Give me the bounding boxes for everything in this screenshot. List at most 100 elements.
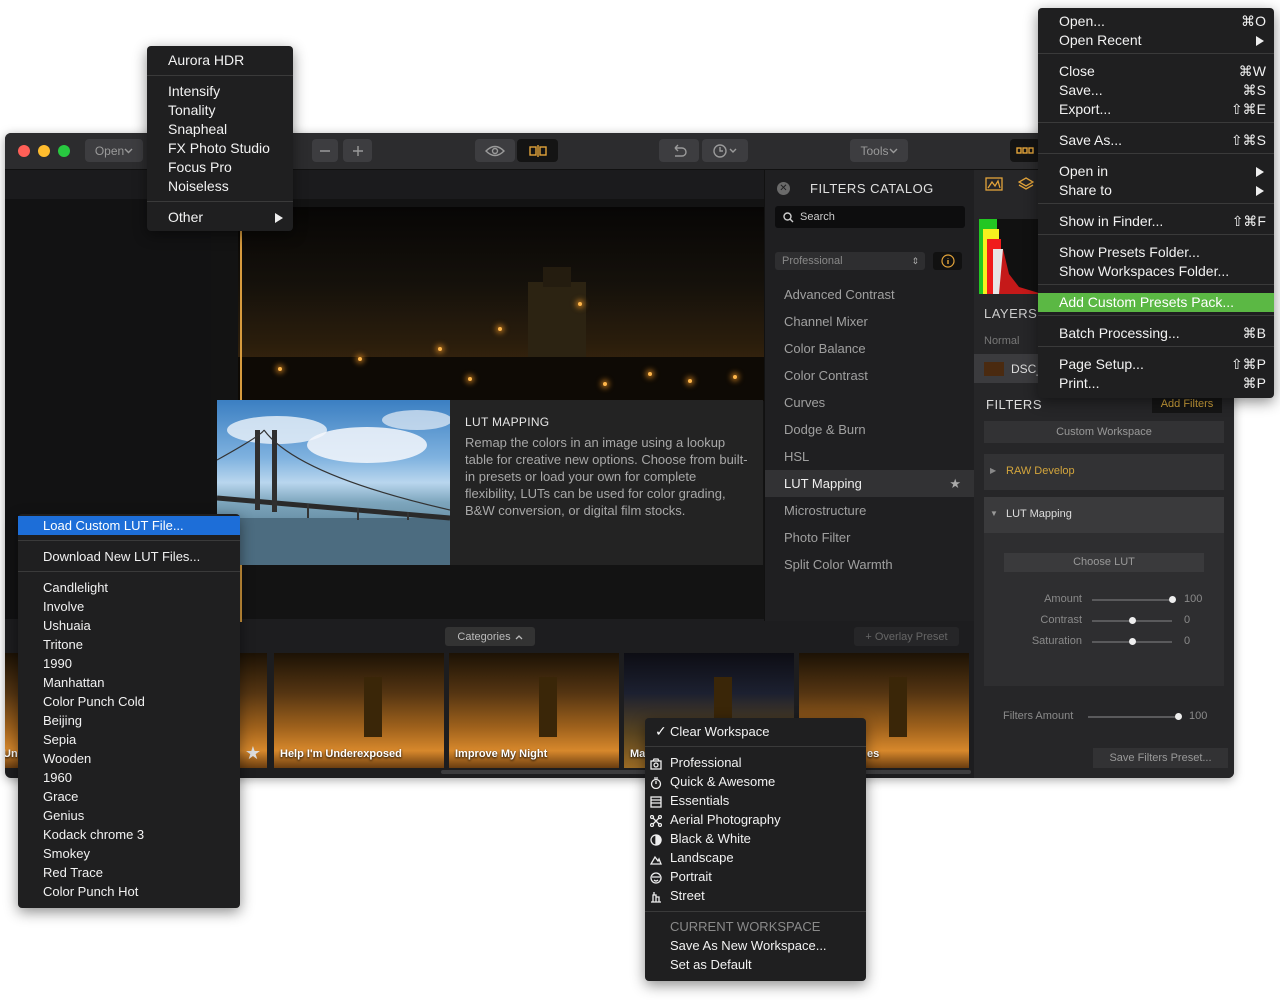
layer-row[interactable]: DSC_ [974, 354, 1043, 383]
lut-menu-item[interactable]: Color Punch Cold [18, 692, 240, 711]
lut-menu-item[interactable]: Load Custom LUT File... [18, 516, 240, 535]
categories-button[interactable]: Categories [445, 627, 535, 646]
plugin-menu-item[interactable]: Noiseless [147, 177, 293, 196]
file-menu-item[interactable]: Page Setup... ⇧⌘P [1038, 355, 1274, 374]
file-menu-item[interactable]: Save As... ⇧⌘S [1038, 131, 1274, 150]
slider-track[interactable] [1092, 596, 1176, 603]
workspace-action-item[interactable]: Set as Default [645, 955, 866, 974]
workspace-menu-item[interactable]: Portrait [645, 867, 866, 886]
open-button[interactable]: Open [85, 139, 143, 162]
lut-menu-item[interactable]: Involve [18, 597, 240, 616]
catalog-item[interactable]: Photo Filter [765, 524, 975, 551]
workspace-menu-item[interactable]: Professional [645, 753, 866, 772]
amount-slider[interactable]: Amount 100 [984, 593, 1224, 607]
lut-menu-item[interactable]: 1990 [18, 654, 240, 673]
file-menu-item[interactable]: Share to [1038, 181, 1274, 200]
minimize-window-button[interactable] [38, 145, 50, 157]
plugin-menu-item[interactable]: Aurora HDR [147, 51, 293, 70]
lut-menu-item[interactable]: Red Trace [18, 863, 240, 882]
add-filters-button[interactable]: Add Filters [1152, 396, 1222, 413]
plugin-menu-item[interactable]: Other [147, 208, 293, 227]
file-menu-item[interactable]: Export... ⇧⌘E [1038, 100, 1274, 119]
raw-develop-section[interactable]: ▶ RAW Develop [984, 454, 1224, 490]
filters-heading[interactable]: FILTERS [986, 397, 1042, 412]
overlay-preset-button[interactable]: + Overlay Preset [854, 627, 959, 646]
plugin-menu-item[interactable]: Snapheal [147, 120, 293, 139]
lut-menu-item[interactable]: Manhattan [18, 673, 240, 692]
catalog-item[interactable]: Split Color Warmth [765, 551, 975, 578]
compare-button[interactable] [517, 139, 558, 162]
lut-menu-item[interactable]: Smokey [18, 844, 240, 863]
workspace-menu-item[interactable]: ✓ Clear Workspace [645, 722, 866, 741]
layers-icon[interactable] [1017, 176, 1035, 197]
histogram-icon[interactable] [985, 177, 1003, 196]
workspace-menu-item[interactable]: Landscape [645, 848, 866, 867]
lut-menu-item[interactable]: Grace [18, 787, 240, 806]
catalog-item[interactable]: Curves [765, 389, 975, 416]
lut-menu-item[interactable]: Ushuaia [18, 616, 240, 635]
zoom-window-button[interactable] [58, 145, 70, 157]
file-menu-item[interactable]: Add Custom Presets Pack... [1038, 293, 1274, 312]
contrast-slider[interactable]: Contrast 0 [984, 614, 1224, 628]
slider-knob[interactable] [1129, 617, 1136, 624]
slider-knob[interactable] [1169, 596, 1176, 603]
lut-menu-item[interactable]: 1960 [18, 768, 240, 787]
lut-menu-item[interactable]: Candlelight [18, 578, 240, 597]
workspace-menu-item[interactable]: Essentials [645, 791, 866, 810]
plugin-menu-item[interactable]: Focus Pro [147, 158, 293, 177]
lut-menu-item[interactable]: Tritone [18, 635, 240, 654]
catalog-search-input[interactable]: Search [775, 206, 965, 228]
workspace-select[interactable]: Custom Workspace [984, 421, 1224, 443]
slider-knob[interactable] [1175, 713, 1182, 720]
lut-menu-item[interactable]: Wooden [18, 749, 240, 768]
slider-track[interactable] [1088, 713, 1182, 720]
workspace-menu-item[interactable]: Quick & Awesome [645, 772, 866, 791]
lut-menu-item[interactable]: Sepia [18, 730, 240, 749]
history-button[interactable] [702, 139, 748, 162]
workspace-action-item[interactable]: Save As New Workspace... [645, 936, 866, 955]
lut-menu-item[interactable]: Download New LUT Files... [18, 547, 240, 566]
lut-menu-item[interactable]: Genius [18, 806, 240, 825]
file-menu-item[interactable]: Close ⌘W [1038, 62, 1274, 81]
catalog-item[interactable]: Advanced Contrast [765, 281, 975, 308]
lut-menu-item[interactable]: Beijing [18, 711, 240, 730]
workspace-menu-item[interactable]: Black & White [645, 829, 866, 848]
preview-button[interactable] [475, 139, 515, 162]
catalog-item[interactable]: Color Contrast [765, 362, 975, 389]
catalog-item[interactable]: Microstructure [765, 497, 975, 524]
file-menu-item[interactable]: Open Recent [1038, 31, 1274, 50]
file-menu-item[interactable]: Show Presets Folder... [1038, 243, 1274, 262]
star-icon[interactable]: ★ [949, 470, 961, 497]
slider-track[interactable] [1092, 617, 1172, 624]
favorite-star-icon[interactable]: ★ [245, 743, 261, 764]
workspace-menu-item[interactable]: Aerial Photography [645, 810, 866, 829]
close-icon[interactable]: ✕ [777, 182, 790, 195]
file-menu-item[interactable]: Show Workspaces Folder... [1038, 262, 1274, 281]
saturation-slider[interactable]: Saturation 0 [984, 635, 1224, 649]
catalog-workspace-select[interactable]: Professional ⇕ [775, 252, 925, 270]
file-menu-item[interactable]: Open in [1038, 162, 1274, 181]
save-filters-preset-button[interactable]: Save Filters Preset... [1093, 748, 1228, 768]
undo-button[interactable] [659, 139, 699, 162]
blend-mode-select[interactable]: Normal [984, 335, 1019, 347]
catalog-item[interactable]: Channel Mixer [765, 308, 975, 335]
slider-track[interactable] [1092, 638, 1172, 645]
workspace-menu-item[interactable]: Street [645, 886, 866, 905]
plugin-menu-item[interactable]: Intensify [147, 82, 293, 101]
slider-knob[interactable] [1129, 638, 1136, 645]
lut-menu-item[interactable]: Color Punch Hot [18, 882, 240, 901]
catalog-item[interactable]: LUT Mapping ★ [765, 470, 975, 497]
layout-button[interactable] [1010, 139, 1040, 162]
file-menu-item[interactable]: Open... ⌘O [1038, 12, 1274, 31]
catalog-item[interactable]: Color Balance [765, 335, 975, 362]
lut-menu-item[interactable]: Kodack chrome 3 [18, 825, 240, 844]
file-menu-item[interactable]: Show in Finder... ⇧⌘F [1038, 212, 1274, 231]
catalog-info-button[interactable] [933, 252, 962, 270]
catalog-item[interactable]: Dodge & Burn [765, 416, 975, 443]
catalog-item[interactable]: HSL [765, 443, 975, 470]
file-menu-item[interactable]: Print... ⌘P [1038, 374, 1274, 393]
tools-button[interactable]: Tools [850, 139, 908, 162]
zoom-in-button[interactable] [343, 139, 372, 162]
preset-thumbnail[interactable]: Help I'm Underexposed [274, 653, 444, 768]
lut-section-header[interactable]: ▼ LUT Mapping [984, 497, 1224, 533]
